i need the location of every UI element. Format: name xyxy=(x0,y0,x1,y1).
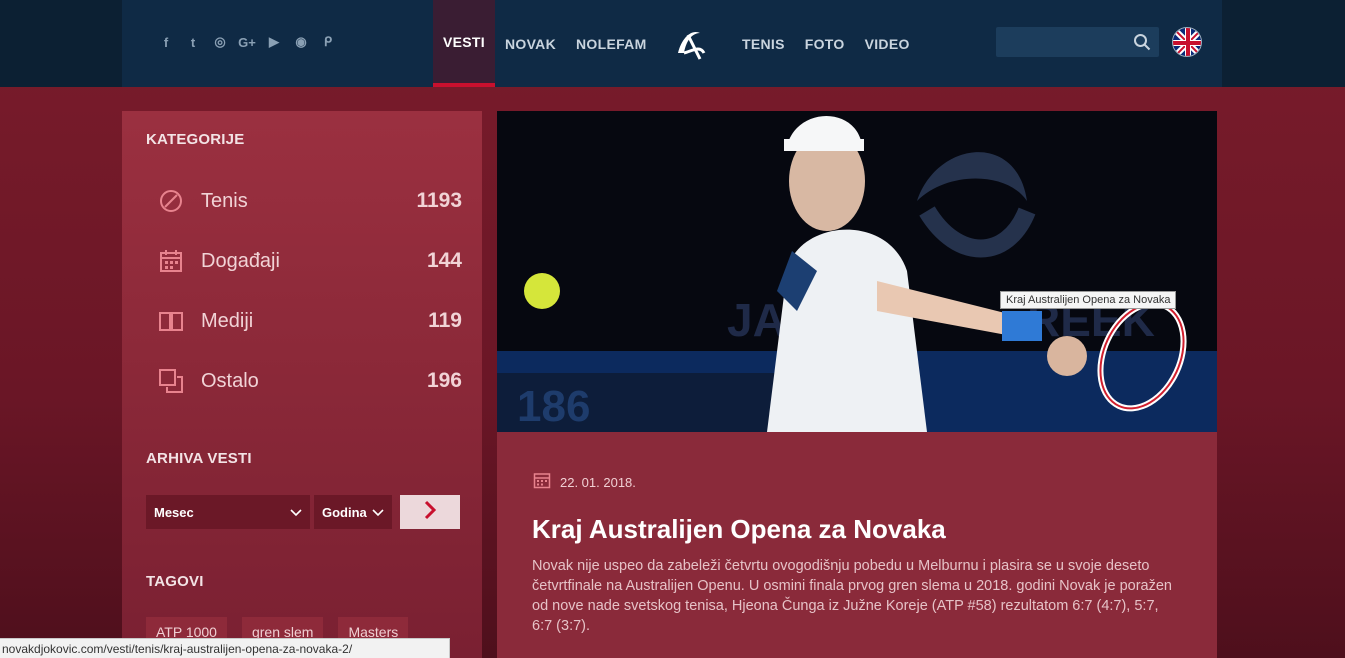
chevron-right-icon xyxy=(423,500,437,524)
search-input[interactable] xyxy=(996,27,1126,57)
category-count: 144 xyxy=(426,249,462,272)
article-image[interactable]: 186 JA REEK xyxy=(497,111,1217,432)
calendar-icon xyxy=(533,471,551,493)
month-select-value: Mesec xyxy=(154,504,194,520)
copy-icon xyxy=(158,368,184,394)
article-excerpt: Novak nije uspeo da zabeleži četvrtu ovo… xyxy=(532,558,1172,634)
facebook-icon[interactable]: f xyxy=(157,33,175,51)
year-select[interactable]: Godina xyxy=(314,495,392,529)
search-box xyxy=(996,27,1159,57)
category-label: Tenis xyxy=(201,189,248,212)
calendar-icon xyxy=(158,248,184,274)
tags-heading: TAGOVI xyxy=(146,573,204,590)
social-links: f t ◎ G+ ▶ ◉ ᑭ xyxy=(157,33,337,51)
nav-item-novak[interactable]: NOVAK xyxy=(495,0,566,87)
chevron-down-icon xyxy=(290,505,302,520)
nav-item-vesti[interactable]: VESTI xyxy=(433,0,495,87)
nav-item-nolefam[interactable]: NOLEFAM xyxy=(566,0,657,87)
archive-filter: Mesec Godina xyxy=(146,495,460,529)
category-count: 196 xyxy=(426,369,462,392)
archive-submit-button[interactable] xyxy=(400,495,460,529)
year-select-value: Godina xyxy=(322,504,367,520)
article-title[interactable]: Kraj Australijen Opena za Novaka xyxy=(532,514,946,545)
svg-text:JA: JA xyxy=(727,294,786,346)
category-dogadjaji[interactable]: Događaji 144 xyxy=(158,245,462,277)
image-tooltip: Kraj Australijen Opena za Novaka xyxy=(1000,291,1177,309)
category-ostalo[interactable]: Ostalo 196 xyxy=(158,365,462,397)
article-date: 22. 01. 2018. xyxy=(533,471,636,493)
google-plus-icon[interactable]: G+ xyxy=(238,33,256,51)
chevron-down-icon xyxy=(372,505,384,520)
article-date-text: 22. 01. 2018. xyxy=(560,474,636,490)
main-nav-right: TENIS FOTO VIDEO xyxy=(732,0,920,87)
youtube-icon[interactable]: ▶ xyxy=(265,33,283,51)
nav-item-video[interactable]: VIDEO xyxy=(855,0,920,87)
category-count: 1193 xyxy=(416,189,462,212)
logo-icon[interactable] xyxy=(670,23,710,63)
twitter-icon[interactable]: t xyxy=(184,33,202,51)
weibo-icon[interactable]: ◉ xyxy=(292,33,310,51)
article-card: 186 JA REEK 22. 01. 2018. Kraj Australij… xyxy=(497,111,1217,658)
nav-item-foto[interactable]: FOTO xyxy=(795,0,855,87)
category-mediji[interactable]: Mediji 119 xyxy=(158,305,462,337)
instagram-icon[interactable]: ◎ xyxy=(211,33,229,51)
categories-heading: KATEGORIJE xyxy=(146,131,245,148)
month-select[interactable]: Mesec xyxy=(146,495,310,529)
category-label: Ostalo xyxy=(201,369,259,392)
nav-item-tenis[interactable]: TENIS xyxy=(732,0,795,87)
category-tenis[interactable]: Tenis 1193 xyxy=(158,185,462,217)
book-icon xyxy=(158,308,184,334)
category-label: Događaji xyxy=(201,249,280,272)
main-nav-left: VESTI NOVAK NOLEFAM xyxy=(433,0,657,87)
archive-heading: ARHIVA VESTI xyxy=(146,450,252,467)
svg-text:186: 186 xyxy=(517,382,590,431)
periscope-icon[interactable]: ᑭ xyxy=(319,33,337,51)
category-count: 119 xyxy=(428,309,462,332)
category-label: Mediji xyxy=(201,309,254,332)
sidebar: KATEGORIJE Tenis 1193 Događaji 144 Medij… xyxy=(122,111,482,658)
tennis-ball-icon xyxy=(158,188,184,214)
browser-status-bar: novakdjokovic.com/vesti/tenis/kraj-austr… xyxy=(0,638,450,658)
status-url: novakdjokovic.com/vesti/tenis/kraj-austr… xyxy=(2,641,353,656)
search-icon[interactable] xyxy=(1133,33,1151,55)
header: f t ◎ G+ ▶ ◉ ᑭ VESTI NOVAK NOLEFAM TENIS… xyxy=(122,0,1222,87)
language-flag-icon[interactable] xyxy=(1172,27,1202,57)
